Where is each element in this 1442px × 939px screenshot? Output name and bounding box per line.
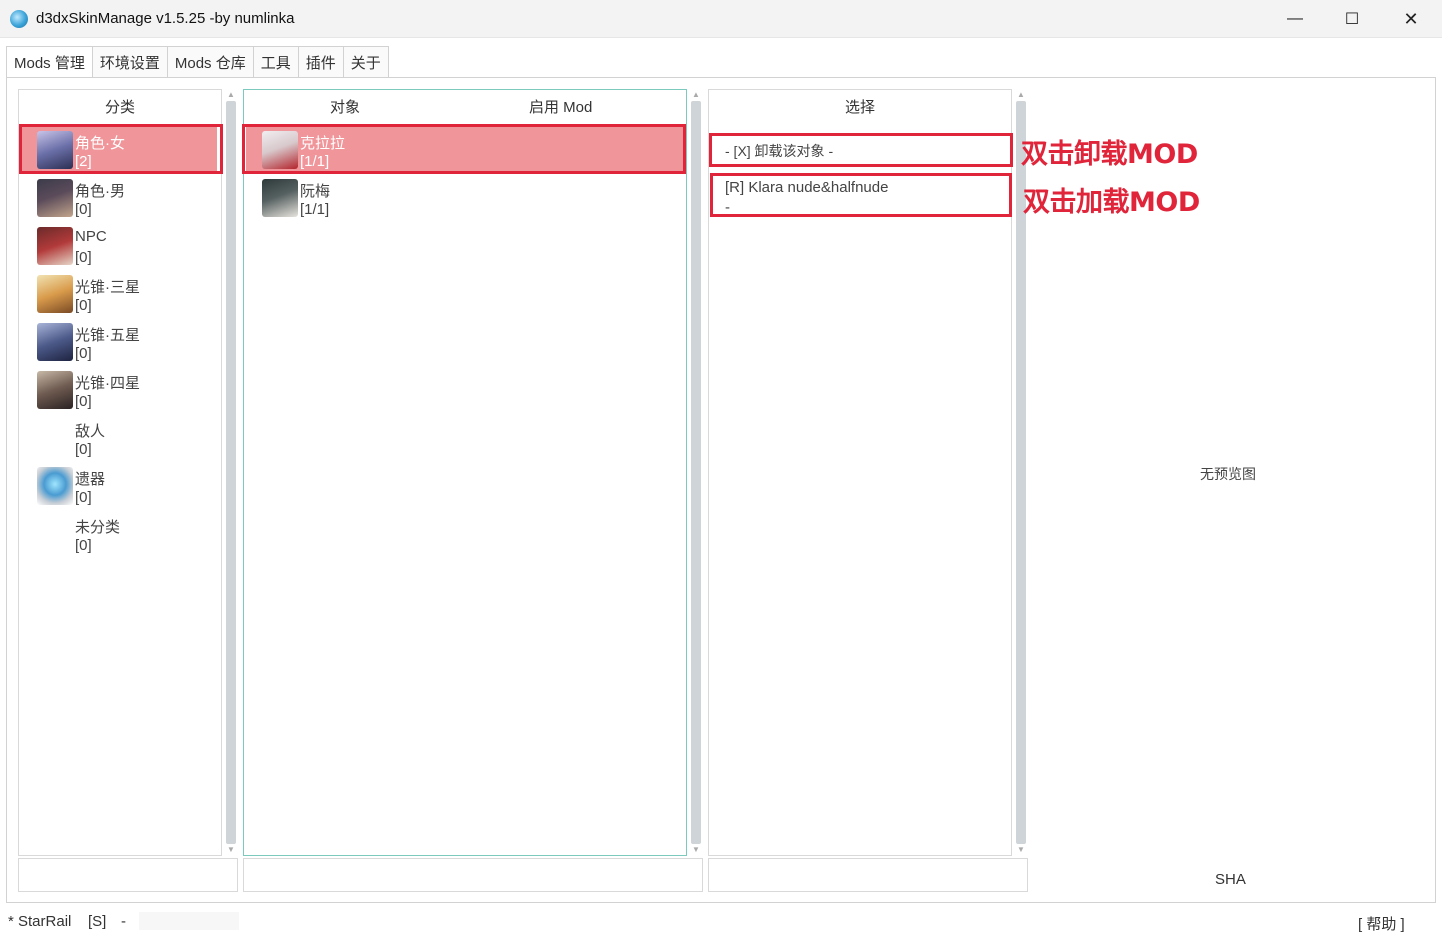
category-item-uncategorized[interactable]: 未分类 [0] <box>21 510 217 558</box>
category-name: NPC <box>75 228 107 245</box>
category-item-relic[interactable]: 遗器 [0] <box>21 462 217 510</box>
category-count: [0] <box>75 249 92 266</box>
category-item-male[interactable]: 角色·男 [0] <box>21 174 217 222</box>
window-title: d3dxSkinManage v1.5.25 -by numlinka <box>36 10 295 27</box>
relic-thumbnail <box>37 467 73 505</box>
status-progress-area <box>139 912 239 930</box>
category-filter-input[interactable] <box>18 858 238 892</box>
annotation-load: 双击加载MOD <box>1023 187 1200 218</box>
status-mode: [S] <box>88 913 107 930</box>
tab-plugins[interactable]: 插件 <box>297 46 344 77</box>
category-item-npc[interactable]: NPC [0] <box>21 222 217 270</box>
mod-selection-list[interactable]: 选择 - [X] 卸载该对象 - [R] Klara nude&halfnude… <box>708 89 1012 856</box>
object-filter-input[interactable] <box>243 858 703 892</box>
category-item-female[interactable]: 角色·女 [2] <box>21 126 217 174</box>
category-header: 分类 <box>104 98 135 116</box>
category-name: 敌人 <box>75 423 106 440</box>
mod-option-klara[interactable]: [R] Klara nude&halfnude <box>725 179 888 196</box>
status-game: * StarRail <box>8 913 72 930</box>
scroll-down-icon[interactable]: ▼ <box>689 844 703 856</box>
tab-tools[interactable]: 工具 <box>252 46 299 77</box>
category-item-lightcone-5star[interactable]: 光锥·五星 [0] <box>21 318 217 366</box>
scrollbar-thumb[interactable] <box>226 101 236 844</box>
male-character-thumbnail <box>37 179 73 217</box>
object-list[interactable]: 对象 启用 Mod 克拉拉 [1/1] 阮梅 [1/1] <box>243 89 687 856</box>
category-name: 角色·男 <box>75 183 125 200</box>
category-name: 光锥·五星 <box>75 327 140 344</box>
annotation-unload: 双击卸载MOD <box>1021 139 1198 170</box>
light-cone-4star-thumbnail <box>37 371 73 409</box>
category-name: 未分类 <box>75 519 121 536</box>
mod-option-klara-detail: - <box>725 199 730 216</box>
tab-mods-manage[interactable]: Mods 管理 <box>6 46 93 78</box>
maximize-icon[interactable]: ☐ <box>1323 0 1381 38</box>
category-count: [0] <box>75 297 92 314</box>
close-icon[interactable]: ✕ <box>1382 0 1440 38</box>
status-separator: - <box>121 913 126 930</box>
no-preview-text: 无预览图 <box>1200 466 1256 482</box>
category-name: 光锥·四星 <box>75 375 140 392</box>
minimize-icon[interactable]: — <box>1266 0 1324 38</box>
unload-object-option[interactable]: - [X] 卸载该对象 - <box>725 141 833 161</box>
app-icon <box>10 10 28 28</box>
clara-thumbnail <box>262 131 298 169</box>
scroll-down-icon[interactable]: ▼ <box>224 844 238 856</box>
title-bar: d3dxSkinManage v1.5.25 -by numlinka — ☐ … <box>0 0 1442 38</box>
category-count: [0] <box>75 537 92 554</box>
object-column-header: 对象 <box>330 98 361 116</box>
tab-bar: Mods 管理 环境设置 Mods 仓库 工具 插件 关于 <box>6 46 389 78</box>
category-name: 角色·女 <box>75 135 125 152</box>
scroll-up-icon[interactable]: ▲ <box>689 89 703 101</box>
light-cone-5star-thumbnail <box>37 323 73 361</box>
category-list[interactable]: 分类 角色·女 [2] 角色·男 [0] NPC [0] 光锥·三星 [0] 光… <box>18 89 222 856</box>
object-name: 阮梅 <box>300 183 331 200</box>
selection-header: 选择 <box>844 98 875 116</box>
category-count: [0] <box>75 345 92 362</box>
object-item-clara[interactable]: 克拉拉 [1/1] <box>246 126 684 174</box>
scroll-up-icon[interactable]: ▲ <box>1014 89 1028 101</box>
category-item-lightcone-3star[interactable]: 光锥·三星 [0] <box>21 270 217 318</box>
enabled-mod-column-header: 启用 Mod <box>529 98 593 116</box>
mod-filter-input[interactable] <box>708 858 1028 892</box>
tab-about[interactable]: 关于 <box>342 46 389 77</box>
category-count: [0] <box>75 489 92 506</box>
object-item-ruan-mei[interactable]: 阮梅 [1/1] <box>246 174 684 222</box>
scroll-down-icon[interactable]: ▼ <box>1014 844 1028 856</box>
ruan-mei-thumbnail <box>262 179 298 217</box>
scroll-up-icon[interactable]: ▲ <box>224 89 238 101</box>
category-count: [2] <box>75 153 92 170</box>
help-button[interactable]: [ 帮助 ] <box>1358 913 1405 934</box>
category-scrollbar[interactable]: ▲ ▼ <box>224 89 238 856</box>
object-name: 克拉拉 <box>300 135 346 152</box>
tab-mods-repository[interactable]: Mods 仓库 <box>166 46 254 77</box>
object-scrollbar[interactable]: ▲ ▼ <box>689 89 703 856</box>
object-header: 对象 启用 Mod <box>244 90 686 122</box>
female-character-thumbnail <box>37 131 73 169</box>
category-name: 光锥·三星 <box>75 279 140 296</box>
category-count: [0] <box>75 201 92 218</box>
object-count: [1/1] <box>300 201 330 218</box>
scrollbar-thumb[interactable] <box>691 101 701 844</box>
category-item-enemy[interactable]: 敌人 [0] <box>21 414 217 462</box>
category-name: 遗器 <box>75 471 106 488</box>
sha-label: SHA <box>1215 871 1246 888</box>
category-count: [0] <box>75 393 92 410</box>
tab-environment-settings[interactable]: 环境设置 <box>91 46 168 77</box>
category-item-lightcone-4star[interactable]: 光锥·四星 [0] <box>21 366 217 414</box>
light-cone-3star-thumbnail <box>37 275 73 313</box>
npc-thumbnail <box>37 227 73 265</box>
category-count: [0] <box>75 441 92 458</box>
object-count: [1/1] <box>300 153 330 170</box>
